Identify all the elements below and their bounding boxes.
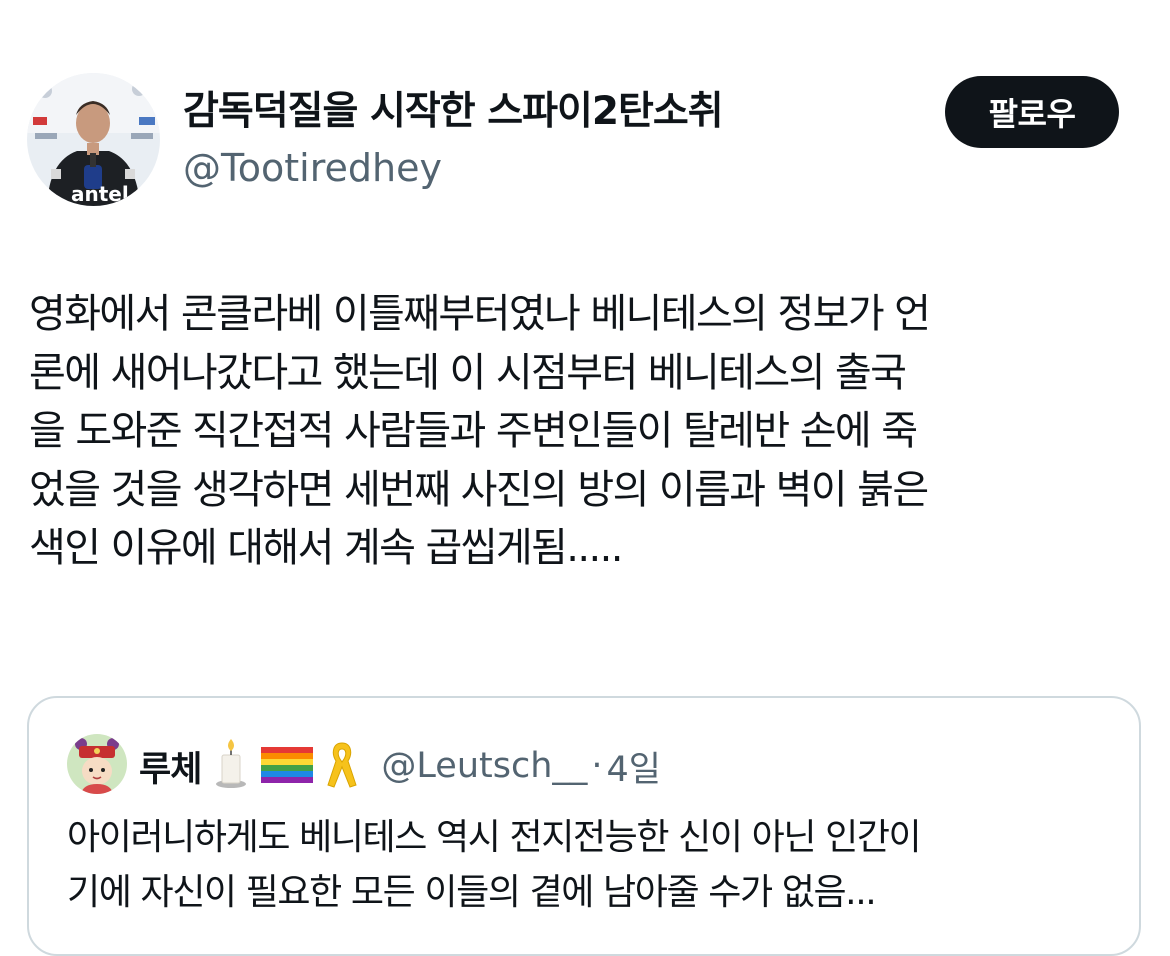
quoted-author-name[interactable]: 루체 <box>139 741 202 792</box>
quoted-tweet-text-line: 아이러니하게도 베니테스 역시 전지전능한 신이 아닌 인간이 <box>67 817 922 858</box>
tweet-text-line: 영화에서 콘클라베 이틀째부터였나 베니테스의 정보가 언 <box>29 291 931 337</box>
quoted-tweet-text-line: 기에 자신이 필요한 모든 이들의 곁에 남아줄 수가 없음... <box>67 872 877 913</box>
follow-button[interactable]: 팔로우 <box>945 76 1119 148</box>
tweet-text: 영화에서 콘클라베 이틀째부터였나 베니테스의 정보가 언 론에 새어나갔다고 … <box>29 285 1149 578</box>
rainbow-flag-icon <box>261 745 314 787</box>
quoted-tweet-text: 아이러니하게도 베니테스 역시 전지전능한 신이 아닌 인간이 기에 자신이 필… <box>67 810 1127 920</box>
quoted-tweet-time[interactable]: 4일 <box>607 741 661 792</box>
author-handle[interactable]: @Tootiredhey <box>183 143 442 193</box>
candle-icon <box>213 739 249 793</box>
tweet-text-line: 론에 새어나갔다고 했는데 이 시점부터 베니테스의 출국 <box>29 349 907 396</box>
quoted-author-avatar[interactable] <box>67 734 127 794</box>
tweet-text-line: 었을 것을 생각하면 세번째 사진의 방의 이름과 벽이 붉은 <box>29 466 929 513</box>
author-avatar[interactable]: antel <box>27 73 160 206</box>
tweet-text-line: 색인 이유에 대해서 계속 곱씹게됨..... <box>29 525 623 571</box>
svg-text:antel: antel <box>71 182 129 206</box>
yellow-ribbon-icon <box>325 739 359 793</box>
separator-dot: · <box>591 746 603 786</box>
quoted-tweet-header: 루체 @Leutsch__ · 4일 <box>139 736 661 796</box>
quoted-author-handle[interactable]: @Leutsch__ <box>381 746 587 786</box>
tweet-text-line: 을 도와준 직간접적 사람들과 주변인들이 탈레반 손에 죽 <box>29 408 918 454</box>
quoted-tweet-card[interactable]: 루체 @Leutsch__ · 4일 아이러니하게도 베니테스 역시 전지전능한… <box>27 696 1141 956</box>
author-display-name[interactable]: 감독덕질을 시작한 스파이2탄소취 <box>183 86 724 138</box>
